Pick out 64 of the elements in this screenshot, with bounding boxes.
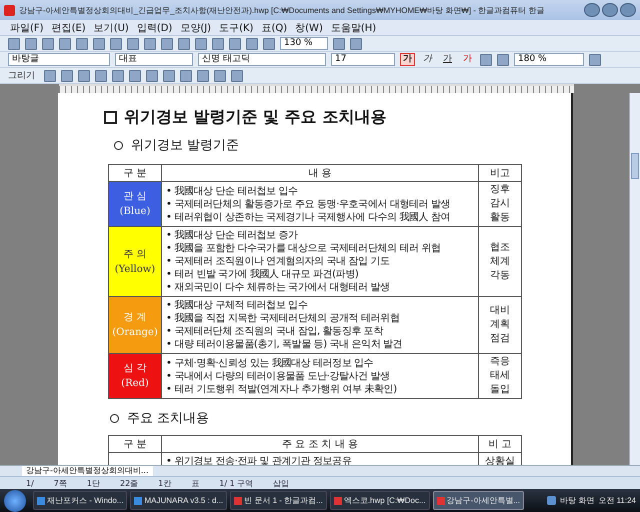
draw-label: 그리기 <box>8 70 35 82</box>
alert-level-cell: 주 의 (Yellow) <box>108 226 162 296</box>
taskbar-button[interactable]: 엑스코.hwp [C:₩Doc... <box>330 491 430 510</box>
document-tab[interactable]: 강남구-아세안특별정상회의대비... <box>22 466 153 476</box>
menu-item[interactable]: 도움말(H) <box>330 20 376 34</box>
alert-level-cell: 심 각 (Red) <box>108 354 162 398</box>
table-header-cell: 주 요 조 치 내 용 <box>162 436 478 452</box>
alert-level-cell: 관 심 (Blue) <box>108 182 162 226</box>
remark-cell: 즉응 태세 돌입 <box>478 354 522 398</box>
menu-item[interactable]: 모양(J) <box>180 20 212 34</box>
taskbar-button[interactable]: 재난포커스 - Windo... <box>33 491 128 510</box>
criteria-cell: • 我國대상 단순 테러첩보 증가 • 我國을 포함한 다수국가를 대상으로 국제테러단체의 테러 위협 • 국제테러 조직원이나 연계혐의자의 국내 잠입 기도 • 테러 빈발 국가에 我國人 대규모 파견(파병) • 재외국민이 다수 체류하는 국가에서 대형테러 발생 <box>162 226 478 296</box>
character-format-button[interactable]: 가 <box>420 53 435 66</box>
vertical-scrollbar[interactable] <box>629 93 640 465</box>
table-header-cell: 구 분 <box>108 436 162 452</box>
section-title: 위기경보 발령기준 <box>131 137 240 154</box>
desktop-toolbar-label[interactable]: 바탕 화면 <box>560 495 594 506</box>
taskbar-button[interactable]: 강남구-아세안특별... <box>432 491 524 510</box>
status-text: 1칸 <box>158 478 172 488</box>
table-header-cell: 내 용 <box>162 164 478 182</box>
taskbar-button[interactable]: 빈 문서 1 - 한글과컴... <box>230 491 327 510</box>
menu-item[interactable]: 보기(U) <box>94 20 129 34</box>
character-format-button[interactable]: 가 <box>400 53 415 66</box>
remark-cell: 징후 감시 활동 <box>478 182 522 226</box>
start-button[interactable] <box>4 490 26 512</box>
line-spacing-dropdown[interactable]: 180 % <box>514 53 584 66</box>
alert-level-cell: 경 계 (Orange) <box>108 296 162 354</box>
document-heading: 위기경보 발령기준 및 주요 조치내용 <box>124 107 386 128</box>
remark-cell: 협조 체계 각동 <box>478 226 522 296</box>
criteria-cell: • 我國대상 구체적 테러첩보 입수 • 我國을 직접 지목한 국제테러단체의 공개적 테러위협 • 국제테러단체 조직원의 국내 잠입, 활동징후 포착 • 대량 테러이용물품(총기, 폭발물 등) 국내 은익처 발견 <box>162 296 478 354</box>
criteria-cell: • 我國대상 단순 테러첩보 입수 • 국제테러단체의 활동증가로 주요 동맹·우호국에서 대형테러 발생 • 테러위협이 상존하는 국제경기나 국제행사에 다수의 我國人 참여 <box>162 182 478 226</box>
menu-item[interactable]: 표(Q) <box>261 20 288 34</box>
taskbar-button[interactable]: MAJUNARA v3.5 : d... <box>130 491 228 510</box>
menu-item[interactable]: 도구(K) <box>219 20 254 34</box>
table-header-cell: 구 분 <box>108 164 162 182</box>
character-format-button[interactable]: 가 <box>460 53 475 66</box>
language-dropdown[interactable]: 대표 <box>115 53 193 66</box>
status-text: 1/ <box>26 478 34 488</box>
character-format-button[interactable]: 가 <box>440 53 455 66</box>
zoom-dropdown[interactable]: 130 % <box>280 37 328 50</box>
circle-bullet-icon <box>114 140 123 150</box>
menu-item[interactable]: 입력(D) <box>136 20 172 34</box>
font-dropdown[interactable]: 신명 태고딕 <box>198 53 326 66</box>
menu-item[interactable]: 파일(F) <box>10 20 44 34</box>
section-title: 주요 조치내용 <box>127 410 210 427</box>
checkbox-icon <box>104 111 117 124</box>
status-text: 삽입 <box>273 478 290 488</box>
style-dropdown[interactable]: 바탕글 <box>8 53 110 66</box>
table-header-cell: 비 고 <box>478 436 522 452</box>
circle-bullet-icon <box>110 414 119 422</box>
window-title: 강남구-아세안특별정상회의대비_긴급업무_조치사항(재난안전과).hwp [C:₩Documents and Settings₩MYHOME₩바탕 화면₩] - 한글과컴퓨터 한글 <box>19 6 546 14</box>
remark-cell: 대비 계획 점검 <box>478 296 522 354</box>
clock: 오전 11:24 <box>598 495 636 506</box>
tray-icon[interactable] <box>547 496 556 505</box>
font-size-dropdown[interactable]: 17 <box>331 53 395 66</box>
table-header-cell: 비고 <box>478 164 522 182</box>
status-text: 1/ 1 구역 <box>219 478 254 488</box>
criteria-cell: • 구체·명확·신뢰성 있는 我國대상 테러정보 입수 • 국내에서 다량의 테러이용물품 도난·강탈사건 발생 • 테러 기도행위 적발(연계자나 추가행위 여부 未확인) <box>162 354 478 398</box>
status-text: 22줄 <box>120 478 138 488</box>
status-text: 1단 <box>86 478 100 488</box>
menu-item[interactable]: 편집(E) <box>52 20 86 34</box>
status-text: 7쪽 <box>54 478 67 488</box>
menu-item[interactable]: 창(W) <box>295 20 323 34</box>
status-text: 표 <box>191 478 200 488</box>
